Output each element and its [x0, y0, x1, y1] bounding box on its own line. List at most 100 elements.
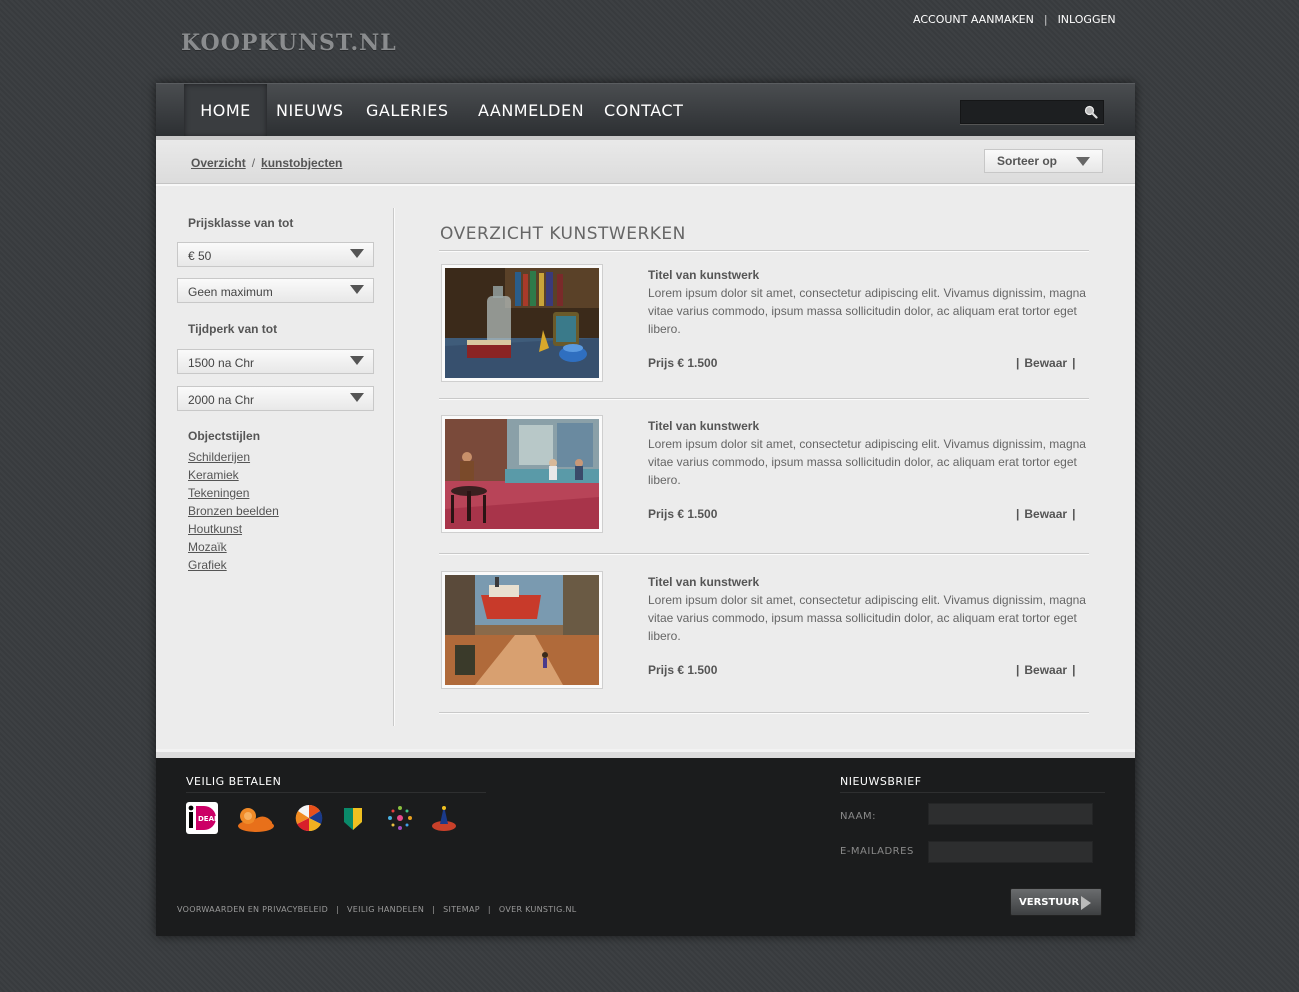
style-link[interactable]: Houtkunst	[188, 522, 242, 536]
cafe-interior-painting	[445, 419, 599, 529]
footer-links: VOORWAARDEN EN PRIVACYBELEID | VEILIG HAND…	[177, 905, 577, 914]
era-to-select[interactable]: 2000 na Chr	[177, 386, 374, 411]
shipyard-painting	[445, 575, 599, 685]
era-from-select[interactable]: 1500 na Chr	[177, 349, 374, 374]
save-label: Bewaar	[1024, 507, 1068, 521]
list-item: Tekeningen	[188, 484, 279, 502]
nav-contact[interactable]: CONTACT	[604, 84, 683, 137]
save-button[interactable]: | Bewaar |	[1011, 663, 1080, 677]
separator: |	[1016, 663, 1020, 677]
payment-title: VEILIG BETALEN	[186, 775, 282, 788]
sidebar-divider	[393, 208, 394, 726]
page-title: OVERZICHT KUNSTWERKEN	[440, 224, 686, 244]
list-item: Mozaïk	[188, 538, 279, 556]
chevron-down-icon	[350, 249, 364, 258]
top-links: ACCOUNT AANMAKEN | INLOGGEN	[913, 12, 1116, 26]
list-item: Houtkunst	[188, 520, 279, 538]
price-min-value: € 50	[188, 249, 212, 263]
submit-label: VERSTUUR	[1019, 897, 1080, 908]
name-field[interactable]	[928, 803, 1093, 825]
newsletter-divider	[840, 792, 1105, 793]
name-label: NAAM:	[840, 811, 876, 822]
style-link[interactable]: Mozaïk	[188, 540, 227, 554]
ideal-logo: DEAL	[186, 802, 218, 834]
chevron-down-icon	[350, 285, 364, 294]
email-field[interactable]	[928, 841, 1093, 863]
artwork-item: Titel van kunstwerk Lorem ipsum dolor si…	[439, 571, 1089, 699]
breadcrumb-separator: /	[251, 156, 256, 170]
item-divider	[439, 712, 1089, 713]
artwork-description: Lorem ipsum dolor sit amet, consectetur …	[648, 286, 1086, 336]
magnifier-icon[interactable]	[1084, 105, 1098, 119]
page-frame: HOME NIEUWS GALERIES AANMELDEN CONTACT O…	[156, 83, 1135, 936]
style-link[interactable]: Bronzen beelden	[188, 504, 279, 518]
breadcrumb: Overzicht / kunstobjecten	[191, 156, 342, 170]
chevron-down-icon	[1076, 157, 1090, 166]
link-separator: |	[432, 905, 436, 914]
artwork-title[interactable]: Titel van kunstwerk	[648, 268, 759, 282]
safe-trade-link[interactable]: VEILIG HANDELEN	[347, 905, 424, 914]
item-divider	[439, 398, 1089, 399]
save-label: Bewaar	[1024, 356, 1068, 370]
era-to-value: 2000 na Chr	[188, 393, 255, 407]
separator: |	[1016, 507, 1020, 521]
price-min-select[interactable]: € 50	[177, 242, 374, 267]
still-life-thumbnail[interactable]	[441, 264, 603, 382]
chevron-down-icon	[350, 393, 364, 402]
site-logo[interactable]: KOOPKUNST.NL	[181, 30, 397, 56]
style-link[interactable]: Keramiek	[188, 468, 239, 482]
nav-galeries[interactable]: GALERIES	[366, 84, 448, 137]
cafe-thumbnail[interactable]	[441, 415, 603, 533]
link-separator: |	[336, 905, 340, 914]
submit-button[interactable]: VERSTUUR	[1010, 888, 1102, 916]
separator: |	[1016, 356, 1020, 370]
search-box	[960, 100, 1104, 124]
sns-logo	[388, 806, 412, 830]
footer: VEILIG BETALEN DEAL NIEUWSBRIEF NAAM: E-…	[156, 749, 1135, 936]
style-link[interactable]: Tekeningen	[188, 486, 249, 500]
nav-nieuws[interactable]: NIEUWS	[276, 84, 343, 137]
email-label: E-MAILADRES	[840, 846, 914, 857]
item-divider	[439, 553, 1089, 554]
link-separator: |	[487, 905, 491, 914]
about-link[interactable]: OVER KUNSTIG.NL	[499, 905, 577, 914]
main-nav: HOME NIEUWS GALERIES AANMELDEN CONTACT	[156, 83, 1135, 137]
nav-home[interactable]: HOME	[184, 84, 267, 137]
artwork-title[interactable]: Titel van kunstwerk	[648, 419, 759, 433]
list-item: Keramiek	[188, 466, 279, 484]
era-filter-label: Tijdperk van tot	[188, 322, 278, 336]
style-link[interactable]: Schilderijen	[188, 450, 250, 464]
era-from-value: 1500 na Chr	[188, 356, 255, 370]
artwork-item: Titel van kunstwerk Lorem ipsum dolor si…	[439, 264, 1089, 392]
still-life-painting	[445, 268, 599, 378]
sitemap-link[interactable]: SITEMAP	[443, 905, 480, 914]
login-link[interactable]: INLOGGEN	[1058, 13, 1116, 26]
separator: |	[1072, 356, 1076, 370]
save-button[interactable]: | Bewaar |	[1011, 356, 1080, 370]
styles-filter-label: Objectstijlen	[188, 429, 261, 443]
content-area: Prijsklasse van tot € 50 Geen maximum Ti…	[156, 184, 1135, 751]
shipyard-thumbnail[interactable]	[441, 571, 603, 689]
arrow-right-icon	[1081, 896, 1091, 910]
style-link[interactable]: Grafiek	[188, 558, 227, 572]
artwork-title[interactable]: Titel van kunstwerk	[648, 575, 759, 589]
save-button[interactable]: | Bewaar |	[1011, 507, 1080, 521]
list-item: Grafiek	[188, 556, 279, 574]
breadcrumb-kunstobjecten[interactable]: kunstobjecten	[261, 156, 342, 170]
price-max-select[interactable]: Geen maximum	[177, 278, 374, 303]
breadcrumb-overzicht[interactable]: Overzicht	[191, 156, 246, 170]
fortis-logo	[432, 806, 456, 831]
artwork-price: Prijs € 1.500	[648, 663, 718, 677]
sort-dropdown[interactable]: Sorteer op	[984, 149, 1103, 173]
account-create-link[interactable]: ACCOUNT AANMAKEN	[913, 13, 1034, 26]
nav-aanmelden[interactable]: AANMELDEN	[478, 84, 584, 137]
search-input[interactable]	[965, 103, 1081, 121]
chevron-down-icon	[350, 356, 364, 365]
ing-lion-logo	[238, 808, 274, 832]
styles-list: Schilderijen Keramiek Tekeningen Bronzen…	[188, 448, 279, 574]
terms-link[interactable]: VOORWAARDEN EN PRIVACYBELEID	[177, 905, 328, 914]
newsletter-title: NIEUWSBRIEF	[840, 775, 922, 788]
artwork-price: Prijs € 1.500	[648, 356, 718, 370]
price-filter-label: Prijsklasse van tot	[188, 216, 294, 230]
list-item: Schilderijen	[188, 448, 279, 466]
